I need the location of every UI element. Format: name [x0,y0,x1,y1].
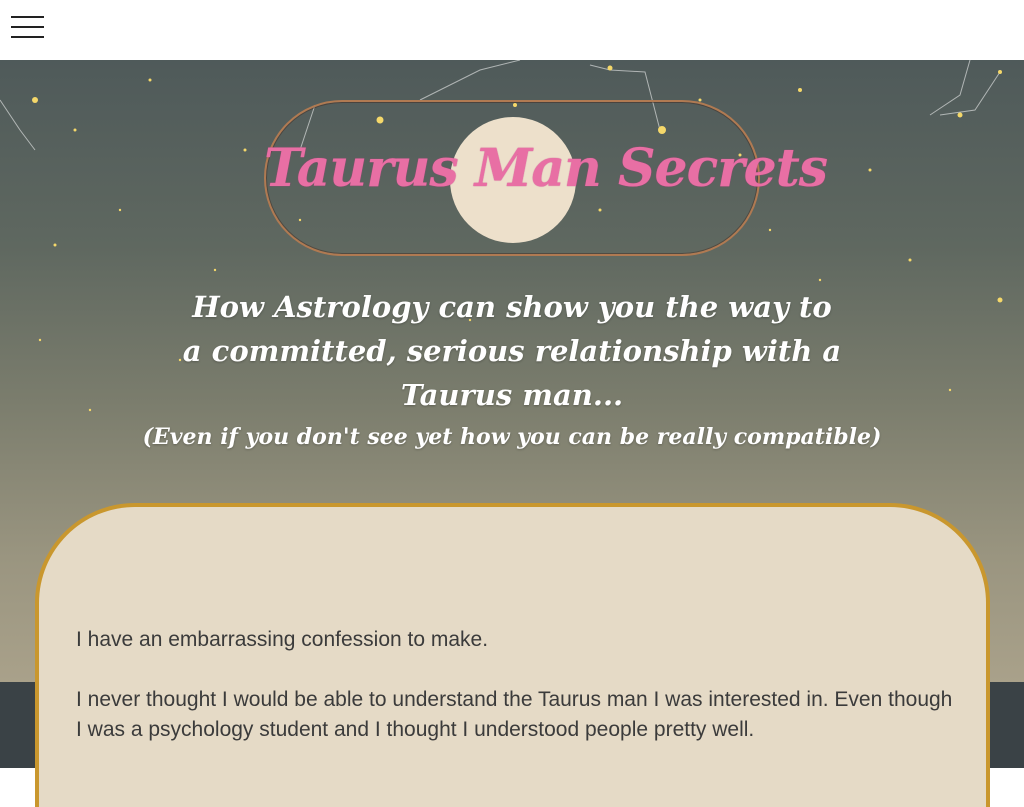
hero-headline: How Astrology can show you the way to a … [140,285,884,417]
top-navigation-bar [0,0,1024,60]
hero-subheadline: (Even if you don't see yet how you can b… [142,424,882,450]
headline-line: How Astrology can show you the way to [192,290,832,324]
hamburger-menu-icon[interactable] [11,16,44,38]
headline-line: a committed, serious relationship with a [182,334,842,368]
menu-line [11,36,44,38]
content-paragraph: I have an embarrassing confession to mak… [76,628,489,651]
site-logo[interactable]: Taurus Man Secrets [264,100,828,256]
logo-text: Taurus Man Secrets [264,138,828,199]
headline-line: Taurus man... [400,378,624,412]
menu-line [11,26,44,28]
menu-line [11,16,44,18]
content-card: I have an embarrassing confession to mak… [35,503,990,807]
content-paragraph: I never thought I would be able to under… [76,688,953,741]
